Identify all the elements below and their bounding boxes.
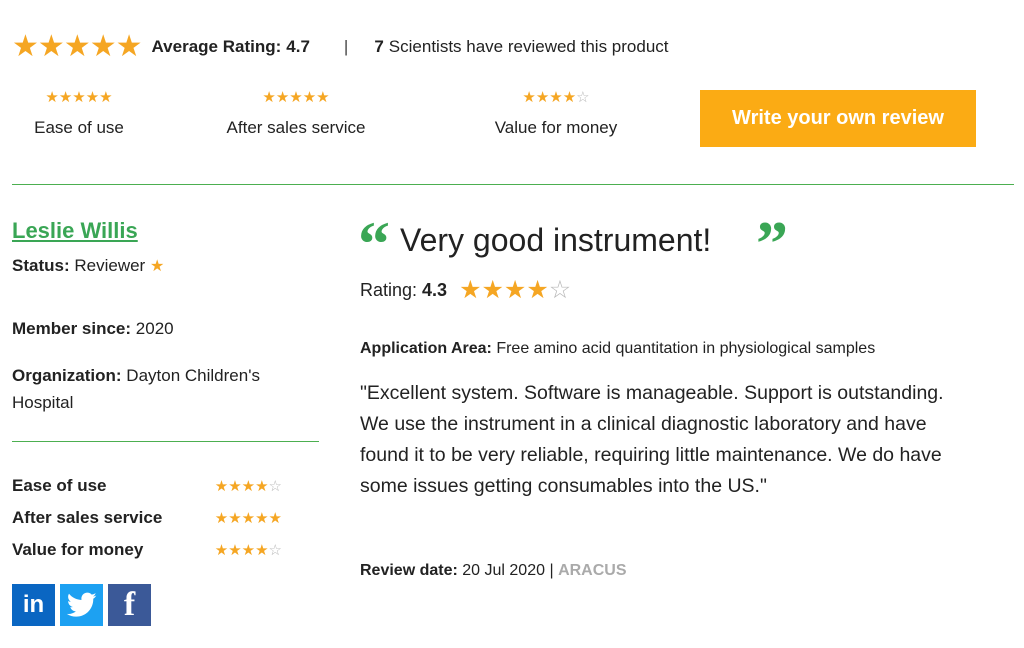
linkedin-icon[interactable]: in (12, 584, 55, 626)
divider (12, 184, 1014, 185)
facebook-icon[interactable]: f (108, 584, 151, 626)
star-filled-icon: ★ (115, 30, 143, 63)
average-rating-label: Average Rating: (151, 37, 282, 56)
status-value: Reviewer (74, 256, 146, 275)
overall-stars: ★★★★★ (12, 30, 143, 63)
star-filled-icon: ★ (503, 276, 527, 304)
star-filled-icon: ★ (241, 477, 256, 495)
divider (12, 441, 319, 442)
summary-separator: | (343, 37, 349, 56)
member-since: Member since: 2020 (12, 319, 174, 339)
review-date-separator: | (549, 562, 554, 579)
star-filled-icon: ★ (302, 89, 317, 106)
review-rating-value: 4.3 (422, 280, 448, 300)
star-filled-icon: ★ (289, 89, 303, 106)
category-after-sales: ★★★★★ After sales service (210, 90, 382, 138)
star-filled-icon: ★ (214, 541, 229, 559)
star-filled-icon: ★ (522, 89, 536, 106)
star-filled-icon: ★ (99, 89, 113, 106)
star-filled-icon: ★ (255, 477, 269, 495)
star-filled-icon: ★ (241, 509, 256, 527)
star-filled-icon: ★ (275, 89, 290, 106)
organization-label: Organization: (12, 366, 122, 385)
application-area-value: Free amino acid quantitation in physiolo… (496, 340, 876, 357)
review-rating-label: Rating: (360, 280, 418, 300)
star-filled-icon: ★ (89, 30, 117, 63)
social-share: in f (12, 584, 151, 626)
category-value-for-money: ★★★★☆ Value for money (482, 90, 630, 138)
application-area: Application Area: Free amino acid quanti… (360, 340, 875, 358)
reviewer-name-link[interactable]: Leslie Willis (12, 218, 138, 244)
star-filled-icon: ★ (316, 89, 330, 106)
star-empty-icon: ☆ (268, 541, 282, 559)
category-label: Value for money (494, 118, 618, 137)
review-date-value: 20 Jul 2020 (462, 562, 545, 579)
star-filled-icon: ★ (228, 541, 242, 559)
category-stars: ★★★★★ (210, 90, 382, 105)
star-empty-icon: ☆ (548, 276, 572, 304)
star-filled-icon: ★ (228, 477, 242, 495)
rating-label: After sales service (12, 508, 163, 527)
star-filled-icon: ★ (459, 276, 482, 304)
star-filled-icon: ★ (535, 89, 550, 106)
rating-stars: ★★★★★ (215, 511, 282, 526)
review-rating: Rating: 4.3 ★★★★☆ (360, 278, 571, 303)
average-rating-value: 4.7 (286, 37, 310, 56)
rating-label: Ease of use (12, 476, 107, 495)
rating-stars: ★★★★☆ (215, 479, 282, 494)
reviewer-rating-after-sales: After sales service ★★★★★ (12, 508, 282, 528)
category-ease-of-use: ★★★★★ Ease of use (28, 90, 130, 138)
star-filled-icon: ★ (481, 276, 504, 304)
category-label: After sales service (226, 118, 366, 137)
star-filled-icon: ★ (255, 509, 269, 527)
reviewer-rating-value-for-money: Value for money ★★★★☆ (12, 540, 282, 560)
member-since-label: Member since: (12, 319, 132, 338)
application-area-label: Application Area: (360, 340, 492, 357)
star-empty-icon: ☆ (576, 89, 590, 106)
star-filled-icon: ★ (12, 30, 39, 63)
organization: Organization: Dayton Children's Hospital (12, 362, 312, 416)
close-quote-icon: ” (756, 208, 788, 279)
product-name: ARACUS (558, 562, 627, 579)
star-empty-icon: ☆ (268, 477, 282, 495)
category-label: Ease of use (34, 118, 124, 137)
review-rating-stars: ★★★★☆ (459, 278, 571, 303)
write-review-button[interactable]: Write your own review (700, 90, 976, 147)
reviewer-count: 7 (374, 37, 384, 56)
rating-stars: ★★★★☆ (215, 543, 282, 558)
open-quote-icon: “ (358, 208, 390, 279)
star-filled-icon: ★ (72, 89, 86, 106)
reviewer-status: Status: Reviewer ★ (12, 256, 164, 276)
star-filled-icon: ★ (37, 30, 65, 63)
status-label: Status: (12, 256, 70, 275)
reviewer-star-icon: ★ (149, 258, 165, 275)
category-stars: ★★★★★ (28, 90, 130, 105)
review-date-label: Review date: (360, 562, 458, 579)
review-title: Very good instrument! (400, 222, 712, 258)
star-filled-icon: ★ (85, 89, 100, 106)
review-body: "Excellent system. Software is manageabl… (360, 382, 944, 497)
star-filled-icon: ★ (63, 30, 91, 63)
star-filled-icon: ★ (262, 89, 276, 106)
star-filled-icon: ★ (45, 89, 59, 106)
star-filled-icon: ★ (241, 541, 256, 559)
rating-summary: ★★★★★ Average Rating: 4.7 | 7 Scientists… (12, 32, 669, 62)
reviewer-rating-ease-of-use: Ease of use ★★★★☆ (12, 476, 282, 496)
star-filled-icon: ★ (214, 477, 229, 495)
star-filled-icon: ★ (228, 509, 242, 527)
rating-label: Value for money (12, 540, 144, 559)
star-filled-icon: ★ (526, 276, 549, 304)
star-filled-icon: ★ (549, 89, 563, 106)
star-filled-icon: ★ (562, 89, 577, 106)
review-date: Review date: 20 Jul 2020 | ARACUS (360, 562, 627, 580)
star-filled-icon: ★ (255, 541, 269, 559)
star-filled-icon: ★ (268, 509, 282, 527)
twitter-icon[interactable] (60, 584, 103, 626)
member-since-value: 2020 (135, 319, 174, 338)
star-filled-icon: ★ (58, 89, 73, 106)
category-stars: ★★★★☆ (482, 90, 630, 105)
star-filled-icon: ★ (214, 509, 229, 527)
reviewer-count-text: Scientists have reviewed this product (388, 37, 669, 56)
